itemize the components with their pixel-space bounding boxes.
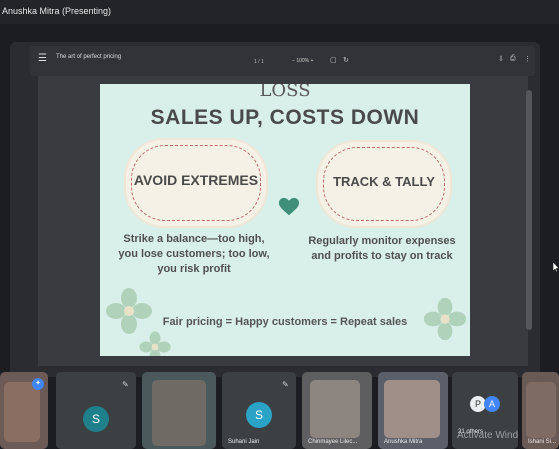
participant-photo: [310, 380, 360, 438]
mouse-cursor-icon: [553, 262, 559, 272]
slide-footer: Fair pricing = Happy customers = Repeat …: [162, 316, 408, 328]
slide-partial-heading: LOSS: [259, 84, 311, 101]
more-vertical-icon[interactable]: ⋮: [524, 55, 531, 63]
right-pill: TRACK & TALLY: [316, 140, 452, 228]
zoom-level: 100%: [296, 58, 310, 64]
print-icon[interactable]: ⎙: [510, 55, 516, 63]
fit-page-icon[interactable]: ▢: [330, 56, 337, 64]
left-description-line-2: you lose customers; too low,: [118, 248, 270, 260]
document-title: The art of perfect pricing: [56, 54, 122, 60]
pdf-toolbar: ☰ The art of perfect pricing 1 / 1 − 100…: [30, 46, 535, 76]
participant-avatar: S: [83, 406, 109, 432]
right-heading: TRACK & TALLY: [333, 174, 435, 189]
scrollbar[interactable]: [526, 90, 532, 330]
download-icon[interactable]: ⇩: [498, 55, 504, 63]
participant-tile[interactable]: Ishani Si...: [522, 372, 559, 449]
participant-avatar: S: [246, 402, 272, 428]
slide: LOSS SALES UP, COSTS DOWN AVOID EXTREMES…: [100, 84, 470, 356]
right-description-line-1: Regularly monitor expenses: [308, 235, 456, 247]
participant-avatar-secondary: A: [484, 396, 500, 412]
zoom-out-button[interactable]: −: [292, 58, 295, 64]
participant-tile[interactable]: S ✎ Suhani Jain: [222, 372, 296, 449]
mic-muted-icon: ✎: [122, 380, 129, 389]
right-description-line-2: and profits to stay on track: [311, 250, 453, 262]
left-description-line-3: you risk profit: [157, 263, 231, 275]
participant-photo: [526, 382, 556, 438]
participant-photo: [4, 382, 40, 442]
flower-decoration-left-small: [139, 331, 171, 356]
mic-muted-icon: ✎: [282, 380, 289, 389]
participant-photo: [384, 380, 440, 438]
participant-photo: [152, 380, 206, 446]
participant-name: Ishani Si...: [528, 439, 557, 445]
presenting-bar: Anushka Mitra (Presenting): [0, 0, 559, 24]
activate-windows-watermark: Activate Wind: [457, 430, 519, 441]
hamburger-icon[interactable]: ☰: [38, 53, 47, 64]
flower-decoration-left: [106, 288, 152, 334]
page-indicator[interactable]: 1 / 1: [254, 59, 264, 65]
left-pill: AVOID EXTREMES: [124, 138, 268, 228]
pin-icon[interactable]: ✦: [32, 378, 44, 390]
zoom-in-button[interactable]: +: [311, 58, 314, 64]
rotate-icon[interactable]: ↻: [343, 56, 349, 64]
participant-name: Chinmayee Lilec...: [308, 439, 358, 445]
right-description: Regularly monitor expenses and profits t…: [298, 234, 466, 264]
participant-tile[interactable]: Anushka Mitra: [378, 372, 448, 449]
left-description-line-1: Strike a balance—too high,: [123, 233, 265, 245]
slide-viewport: LOSS SALES UP, COSTS DOWN AVOID EXTREMES…: [38, 76, 528, 366]
left-description: Strike a balance—too high, you lose cust…: [106, 232, 282, 277]
participant-tile[interactable]: S ✎: [56, 372, 136, 449]
slide-title: SALES UP, COSTS DOWN: [150, 106, 420, 129]
presenting-label: Anushka Mitra (Presenting): [2, 6, 112, 16]
left-heading: AVOID EXTREMES: [133, 172, 259, 188]
participant-tile[interactable]: [142, 372, 216, 449]
heart-icon: [278, 197, 300, 216]
participant-name: Anushka Mitra: [384, 439, 423, 445]
participant-tile[interactable]: Chinmayee Lilec...: [302, 372, 372, 449]
participant-tile[interactable]: ✦: [0, 372, 48, 449]
participant-name: Suhani Jain: [228, 439, 260, 445]
zoom-controls[interactable]: − 100% +: [292, 58, 313, 64]
